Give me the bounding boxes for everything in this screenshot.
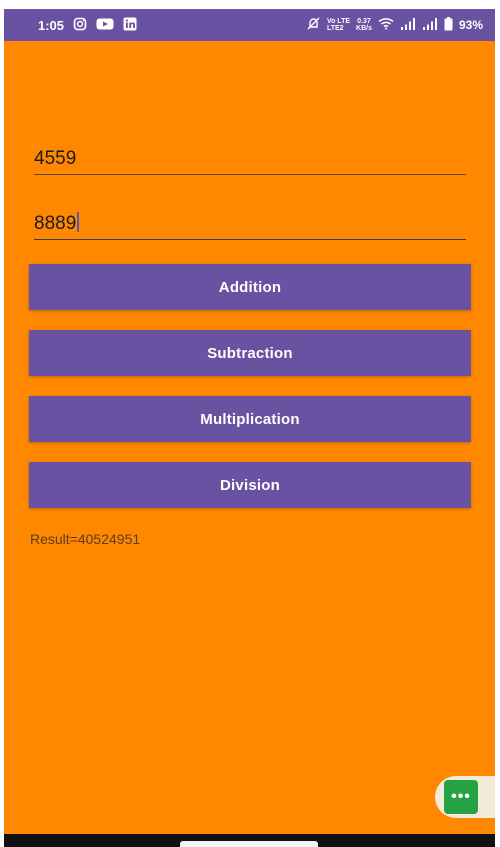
addition-button[interactable]: Addition (29, 264, 471, 310)
status-right: Vo LTE LTE2 0.37 KB/s 93% (306, 16, 483, 34)
floating-action-container: ••• (435, 776, 495, 818)
network-label-top: Vo LTE (326, 18, 351, 25)
network-type-label: Vo LTE LTE2 (327, 18, 350, 32)
battery-percent: 93% (458, 18, 483, 32)
speed-value: 0.37 (357, 18, 371, 25)
more-options-icon: ••• (451, 788, 471, 805)
division-button[interactable]: Division (29, 462, 471, 508)
result-text: Result=40524951 (30, 531, 141, 547)
text-cursor (77, 212, 80, 232)
second-number-value: 8889 (34, 213, 77, 234)
muted-alarm-icon (306, 17, 321, 34)
linkedin-icon (123, 17, 137, 34)
signal-strength-icon-2 (422, 17, 438, 33)
multiplication-button[interactable]: Multiplication (29, 396, 471, 442)
subtraction-button[interactable]: Subtraction (29, 330, 471, 376)
status-time: 1:05 (38, 17, 65, 33)
signal-strength-icon-1 (400, 17, 416, 33)
app-screen: 1:05 Vo LTE LTE2 0.37 KB/s 93% 4559 8889… (4, 9, 495, 847)
youtube-icon (96, 17, 114, 34)
network-label-bottom: LTE2 (326, 25, 344, 32)
navigation-bar (4, 834, 495, 847)
battery-icon (444, 16, 453, 34)
home-indicator[interactable] (180, 841, 318, 847)
second-number-input[interactable]: 8889 (34, 212, 466, 240)
more-options-button[interactable]: ••• (444, 780, 478, 814)
status-bar: 1:05 Vo LTE LTE2 0.37 KB/s 93% (4, 9, 495, 41)
instagram-icon (73, 17, 87, 34)
wifi-icon (378, 17, 394, 33)
status-left: 1:05 (16, 17, 137, 34)
first-number-input[interactable]: 4559 (34, 148, 466, 175)
speed-unit: KB/s (356, 25, 372, 32)
speed-indicator: 0.37 KB/s (356, 18, 372, 32)
first-number-value: 4559 (34, 148, 77, 169)
